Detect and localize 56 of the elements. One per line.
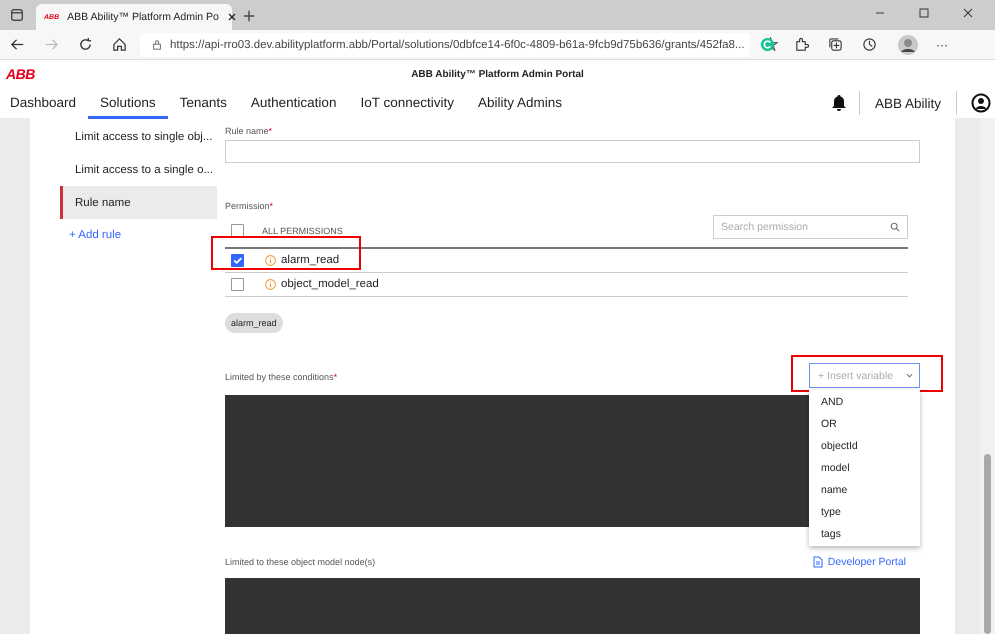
chevron-icon bbox=[906, 373, 913, 378]
tab-actions-icon[interactable] bbox=[10, 8, 24, 22]
menu-item[interactable]: OR bbox=[809, 413, 920, 436]
sidebar-item[interactable]: Rule name bbox=[60, 186, 217, 219]
user-icon[interactable] bbox=[971, 93, 991, 113]
nav-tab[interactable]: Dashboard bbox=[0, 88, 88, 119]
developer-portal-link[interactable]: Developer Portal bbox=[828, 556, 906, 568]
permission-chip[interactable]: alarm_read bbox=[225, 313, 283, 334]
logo: ABB bbox=[6, 66, 35, 82]
lock-icon bbox=[152, 40, 162, 50]
menu-item[interactable]: model bbox=[809, 457, 920, 480]
permission-name: object_model_read bbox=[281, 278, 379, 290]
scrollbar-thumb[interactable] bbox=[984, 454, 991, 634]
refresh-icon[interactable] bbox=[78, 37, 93, 52]
field-label: Limited by these conditions* bbox=[225, 372, 338, 382]
tenant-name[interactable]: ABB Ability bbox=[860, 88, 956, 118]
field-label: Limited to these object model node(s) bbox=[225, 556, 376, 567]
menu-item[interactable]: type bbox=[809, 501, 920, 524]
menu-item[interactable]: AND bbox=[809, 391, 920, 414]
field-label: Permission* bbox=[225, 200, 274, 211]
extension-icon[interactable] bbox=[760, 37, 775, 52]
sidebar-item[interactable]: Limit access to single obj... bbox=[60, 120, 217, 153]
nav-tab[interactable]: Authentication bbox=[238, 88, 348, 119]
field-label: Rule name* bbox=[225, 126, 274, 136]
permission-name: alarm_read bbox=[281, 254, 340, 266]
menu-item[interactable]: tags bbox=[809, 523, 920, 546]
checkbox[interactable] bbox=[231, 254, 244, 267]
home-icon[interactable] bbox=[112, 37, 127, 52]
maximize-icon[interactable] bbox=[919, 8, 929, 18]
menu-item[interactable]: name bbox=[809, 479, 920, 502]
document-icon bbox=[812, 556, 823, 568]
close-icon[interactable] bbox=[226, 12, 237, 22]
search-field[interactable]: Search permission bbox=[713, 214, 908, 239]
back-icon[interactable] bbox=[10, 37, 25, 52]
rule-name-field[interactable] bbox=[225, 140, 920, 163]
puzzle-icon[interactable] bbox=[794, 37, 809, 52]
history-icon[interactable] bbox=[862, 37, 877, 52]
more-button[interactable]: ··· bbox=[928, 38, 956, 52]
nav-tab[interactable]: Ability Admins bbox=[466, 88, 574, 119]
tab-title: ABB Ability™ Platform Admin Po bbox=[67, 11, 219, 23]
checkbox[interactable] bbox=[231, 224, 244, 238]
close-icon[interactable] bbox=[963, 8, 973, 18]
nav-tab[interactable]: IoT connectivity bbox=[348, 88, 466, 119]
portal-title: ABB Ability™ Platform Admin Portal bbox=[411, 68, 584, 80]
menu-item[interactable]: objectId bbox=[809, 435, 920, 458]
search-icon bbox=[890, 222, 900, 232]
avatar-icon[interactable] bbox=[898, 34, 918, 54]
new-tab-icon[interactable] bbox=[242, 9, 256, 23]
nav-tab[interactable]: Tenants bbox=[168, 88, 239, 119]
add-rule-link[interactable]: + Add rule bbox=[60, 219, 217, 241]
bell-icon[interactable] bbox=[830, 94, 847, 112]
collections-icon[interactable] bbox=[828, 37, 843, 52]
all-permissions-label: ALL PERMISSIONS bbox=[262, 226, 343, 236]
checkbox[interactable] bbox=[231, 278, 244, 291]
sidebar-item[interactable]: Limit access to a single o... bbox=[60, 153, 217, 186]
nav-tab[interactable]: Solutions bbox=[88, 88, 168, 119]
